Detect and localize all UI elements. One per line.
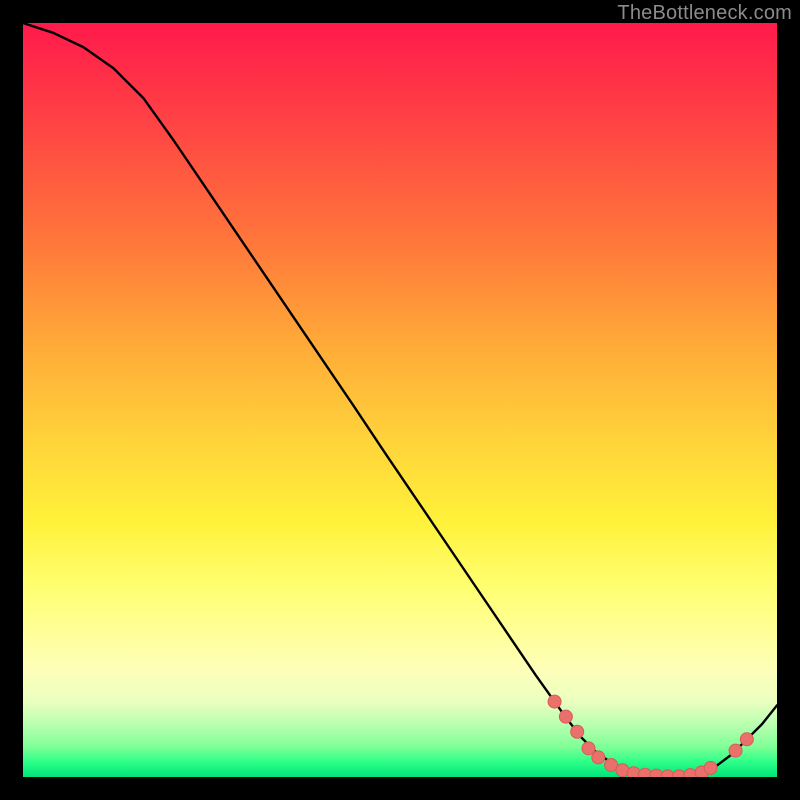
curve-markers [548, 695, 753, 777]
curve-marker [548, 695, 561, 708]
curve-marker [559, 710, 572, 723]
curve-marker [729, 744, 742, 757]
curve-line [23, 23, 777, 777]
chart-svg [23, 23, 777, 777]
plot-area [23, 23, 777, 777]
curve-marker [571, 725, 584, 738]
chart-stage: TheBottleneck.com [0, 0, 800, 800]
curve-marker [740, 733, 753, 746]
watermark-text: TheBottleneck.com [617, 2, 792, 25]
curve-marker [592, 751, 605, 764]
curve-marker [704, 761, 717, 774]
